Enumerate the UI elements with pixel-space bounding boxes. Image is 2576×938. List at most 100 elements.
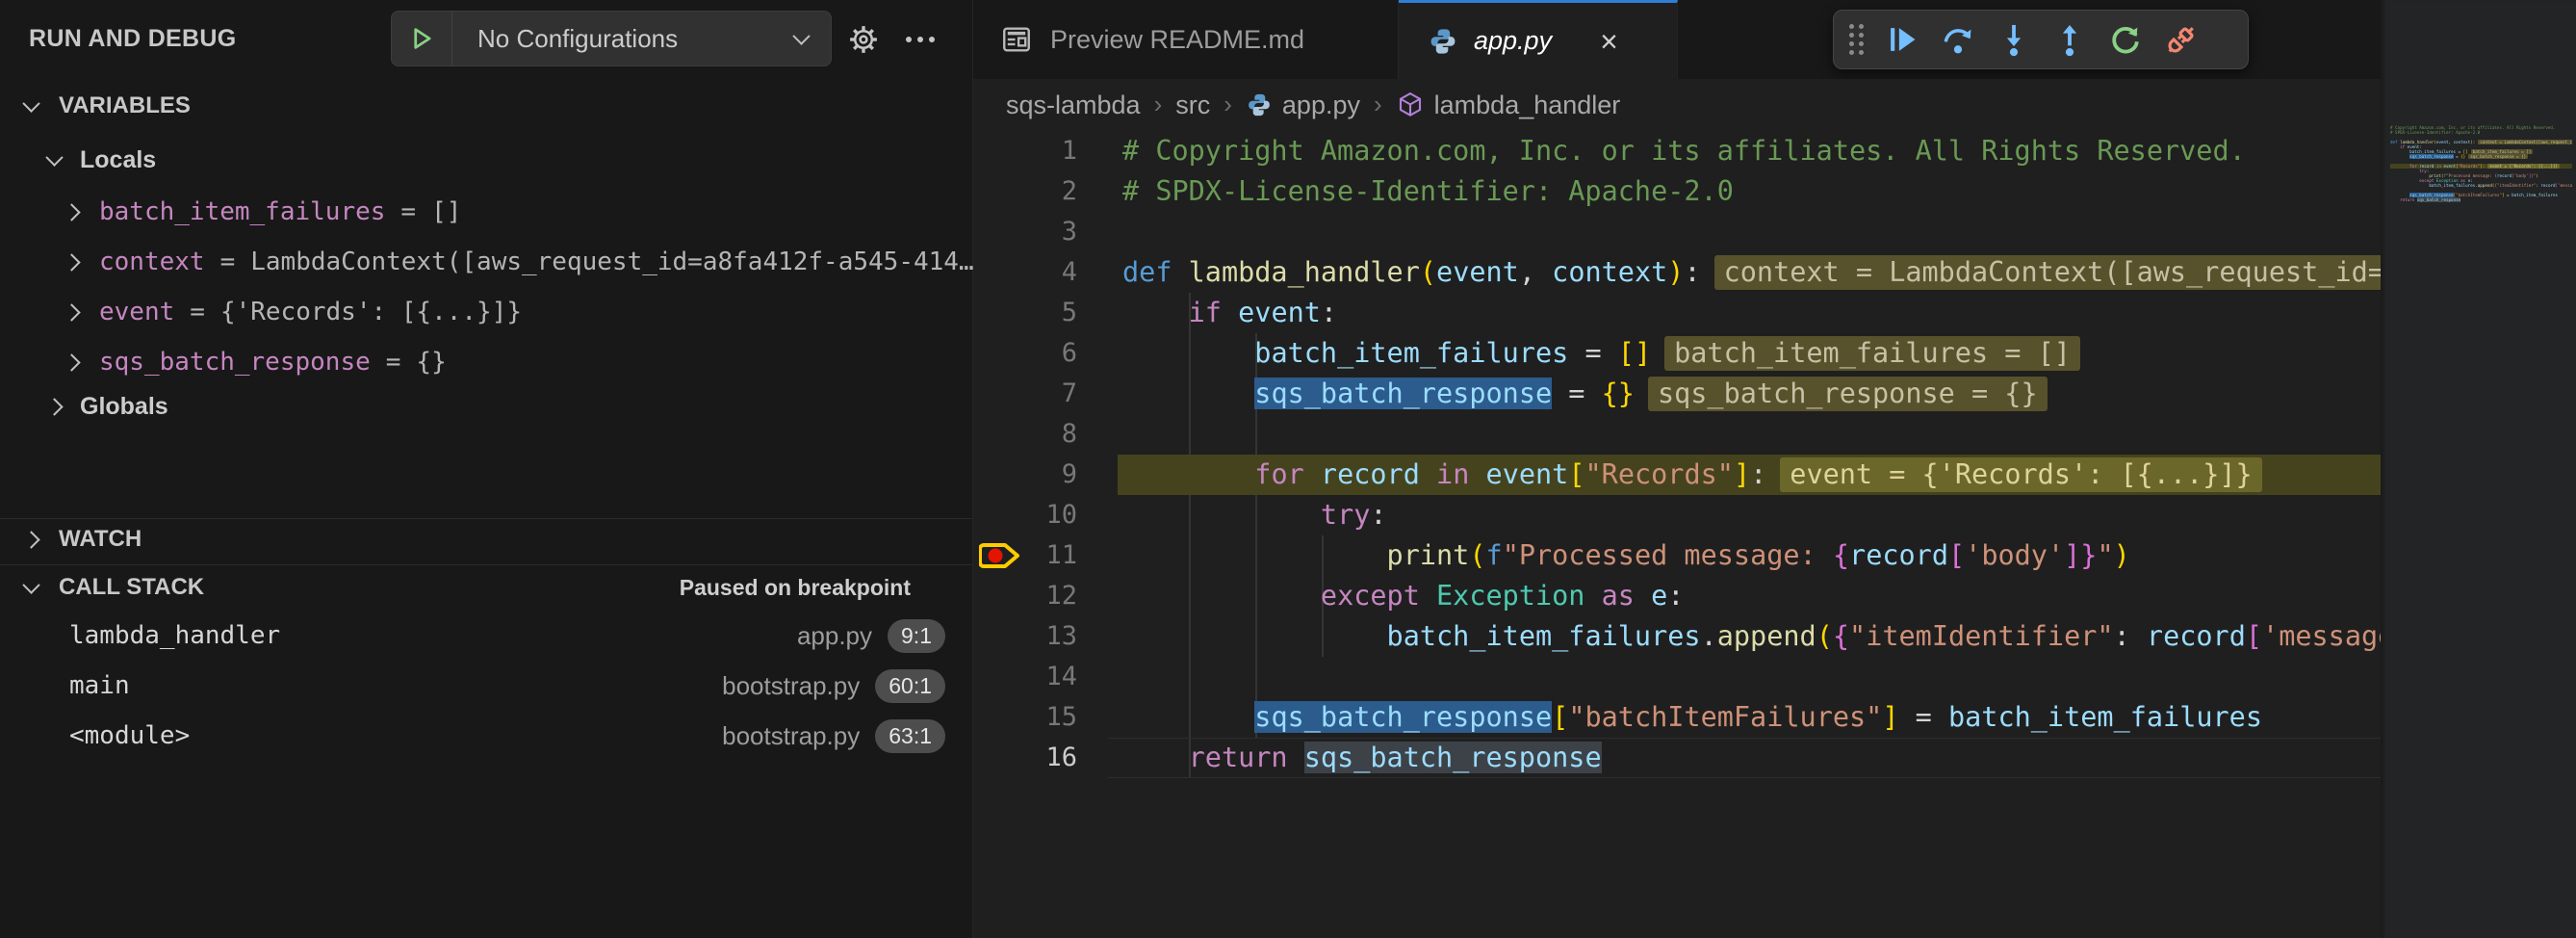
code-text: sqs_batch_response["batchItemFailures"] …	[1122, 697, 2262, 738]
minimap[interactable]: # Copyright Amazon.com, Inc. or its affi…	[2381, 0, 2576, 938]
code-line[interactable]: 13 batch_item_failures.append({"itemIden…	[973, 616, 2381, 657]
line-number[interactable]: 6	[1000, 333, 1077, 374]
code-line[interactable]: 2# SPDX-License-Identifier: Apache-2.0	[973, 171, 2381, 212]
inline-debug-value: sqs_batch_response = {}	[2468, 154, 2528, 159]
code-token: lambda_handler	[1189, 256, 1420, 288]
line-number[interactable]: 13	[1000, 616, 1077, 657]
line-number[interactable]: 7	[1000, 374, 1077, 414]
disconnect-button[interactable]	[2153, 14, 2209, 65]
code-token: record	[1849, 539, 1948, 571]
code-line[interactable]: 10 try:	[973, 495, 2381, 535]
tab-app-py[interactable]: app.py ×	[1399, 0, 1678, 79]
variable-row[interactable]: batch_item_failures=[]	[65, 189, 461, 235]
code-line[interactable]: 4def lambda_handler(event, context):cont…	[973, 252, 2381, 293]
breadcrumb-folder[interactable]: sqs-lambda	[1006, 91, 1141, 120]
call-stack-frame[interactable]: lambda_handlerapp.py9:1	[0, 611, 972, 661]
frame-name: main	[69, 671, 130, 700]
code-line[interactable]: 6 batch_item_failures = []batch_item_fai…	[973, 333, 2381, 374]
code-line[interactable]: 12 except Exception as e:	[973, 576, 2381, 616]
sidebar-title: RUN AND DEBUG	[29, 0, 236, 77]
code-token: (	[1469, 539, 1485, 571]
code-token	[1122, 580, 1321, 612]
more-actions-icon[interactable]	[895, 19, 945, 60]
line-number[interactable]: 12	[1000, 576, 1077, 616]
step-over-button[interactable]	[1930, 14, 1986, 65]
line-number[interactable]: 8	[1000, 414, 1077, 455]
line-number[interactable]: 5	[1000, 293, 1077, 333]
breadcrumb-folder[interactable]: src	[1175, 91, 1210, 120]
code-line[interactable]: 9 for record in event["Records"]:event =…	[973, 455, 2381, 495]
inline-debug-value: event = {'Records': [{...}]}	[2487, 164, 2560, 169]
locals-scope-row[interactable]: Locals	[48, 139, 156, 181]
code-line[interactable]: 1# Copyright Amazon.com, Inc. or its aff…	[973, 131, 2381, 171]
continue-button[interactable]	[1874, 14, 1930, 65]
line-number[interactable]: 2	[1000, 171, 1077, 212]
tab-preview-readme[interactable]: Preview README.md	[973, 0, 1399, 79]
call-stack-frame[interactable]: <module>bootstrap.py63:1	[0, 711, 972, 761]
line-number[interactable]: 16	[1000, 738, 1077, 778]
equals: =	[386, 348, 401, 377]
code-token: {}	[1602, 378, 1635, 409]
line-number[interactable]: 9	[1000, 455, 1077, 495]
line-number[interactable]: 10	[1000, 495, 1077, 535]
debug-configuration-dropdown[interactable]: No Configurations	[391, 11, 832, 66]
variable-row[interactable]: context=LambdaContext([aws_request_id=a8…	[65, 239, 974, 285]
variable-name: event	[99, 298, 174, 326]
code-text: print(f"Processed message: {record['body…	[1122, 535, 2130, 576]
globals-scope-row[interactable]: Globals	[48, 385, 168, 428]
line-number[interactable]: 11	[1000, 535, 1077, 576]
start-debug-icon[interactable]	[392, 12, 452, 65]
variables-section-header[interactable]: VARIABLES	[25, 92, 191, 119]
step-into-button[interactable]	[1986, 14, 2042, 65]
code-token: sqs_batch_response	[1254, 701, 1552, 733]
code-line[interactable]: 11 print(f"Processed message: {record['b…	[973, 535, 2381, 576]
line-number[interactable]: 1	[1000, 131, 1077, 171]
step-out-button[interactable]	[2042, 14, 2098, 65]
drag-handle-icon[interactable]	[1849, 24, 1865, 55]
code-line[interactable]: 15 sqs_batch_response["batchItemFailures…	[973, 697, 2381, 738]
code-token: "	[2097, 539, 2113, 571]
variable-row[interactable]: sqs_batch_response={}	[65, 339, 447, 385]
code-token: (	[1816, 620, 1833, 652]
call-stack-section-header[interactable]: CALL STACK Paused on breakpoint	[25, 564, 947, 611]
code-token: event	[1436, 256, 1519, 288]
code-token	[1122, 337, 1254, 369]
breadcrumb-file[interactable]: app.py	[1246, 91, 1360, 120]
call-stack-frame[interactable]: mainbootstrap.py60:1	[0, 661, 972, 711]
code-token: batch_item_failures	[1254, 337, 1568, 369]
code-editor[interactable]: 1# Copyright Amazon.com, Inc. or its aff…	[973, 131, 2381, 938]
code-token: ]	[1882, 701, 1898, 733]
code-token: ]	[1734, 458, 1750, 490]
code-line[interactable]: 3	[973, 212, 2381, 252]
locals-label: Locals	[80, 146, 156, 174]
chevron-right-icon	[63, 303, 80, 321]
code-token: 'body'	[1965, 539, 2064, 571]
line-number[interactable]: 4	[1000, 252, 1077, 293]
inline-debug-value: context = LambdaContext([aws_request_id=…	[2478, 140, 2572, 144]
variable-value: {'Records': [{...}]}	[220, 298, 522, 326]
line-number[interactable]: 14	[1000, 657, 1077, 697]
code-text: return sqs_batch_response	[1122, 738, 1602, 778]
code-token	[1122, 499, 1321, 531]
line-number[interactable]: 3	[1000, 212, 1077, 252]
code-token: :	[1370, 499, 1386, 531]
frame-file: bootstrap.py	[722, 721, 860, 751]
watch-section-header[interactable]: WATCH	[25, 516, 142, 562]
code-line[interactable]: 14	[973, 657, 2381, 697]
debug-settings-gear-icon[interactable]	[843, 19, 884, 60]
breadcrumb-symbol[interactable]: lambda_handler	[1396, 91, 1621, 120]
chevron-right-icon	[63, 353, 80, 371]
close-icon[interactable]: ×	[1600, 26, 1618, 57]
code-line[interactable]: 7 sqs_batch_response = {}sqs_batch_respo…	[973, 374, 2381, 414]
code-line[interactable]: 16 return sqs_batch_response	[973, 738, 2381, 778]
symbol-cube-icon	[1396, 91, 1425, 119]
code-token: if	[1189, 297, 1238, 328]
restart-button[interactable]	[2098, 14, 2153, 65]
code-token: [	[1568, 458, 1584, 490]
line-number[interactable]: 15	[1000, 697, 1077, 738]
code-line[interactable]: 5 if event:	[973, 293, 2381, 333]
code-line[interactable]: 8	[973, 414, 2381, 455]
code-token: [	[1948, 539, 1965, 571]
variable-row[interactable]: event={'Records': [{...}]}	[65, 289, 522, 335]
code-token: as	[1584, 580, 1651, 612]
